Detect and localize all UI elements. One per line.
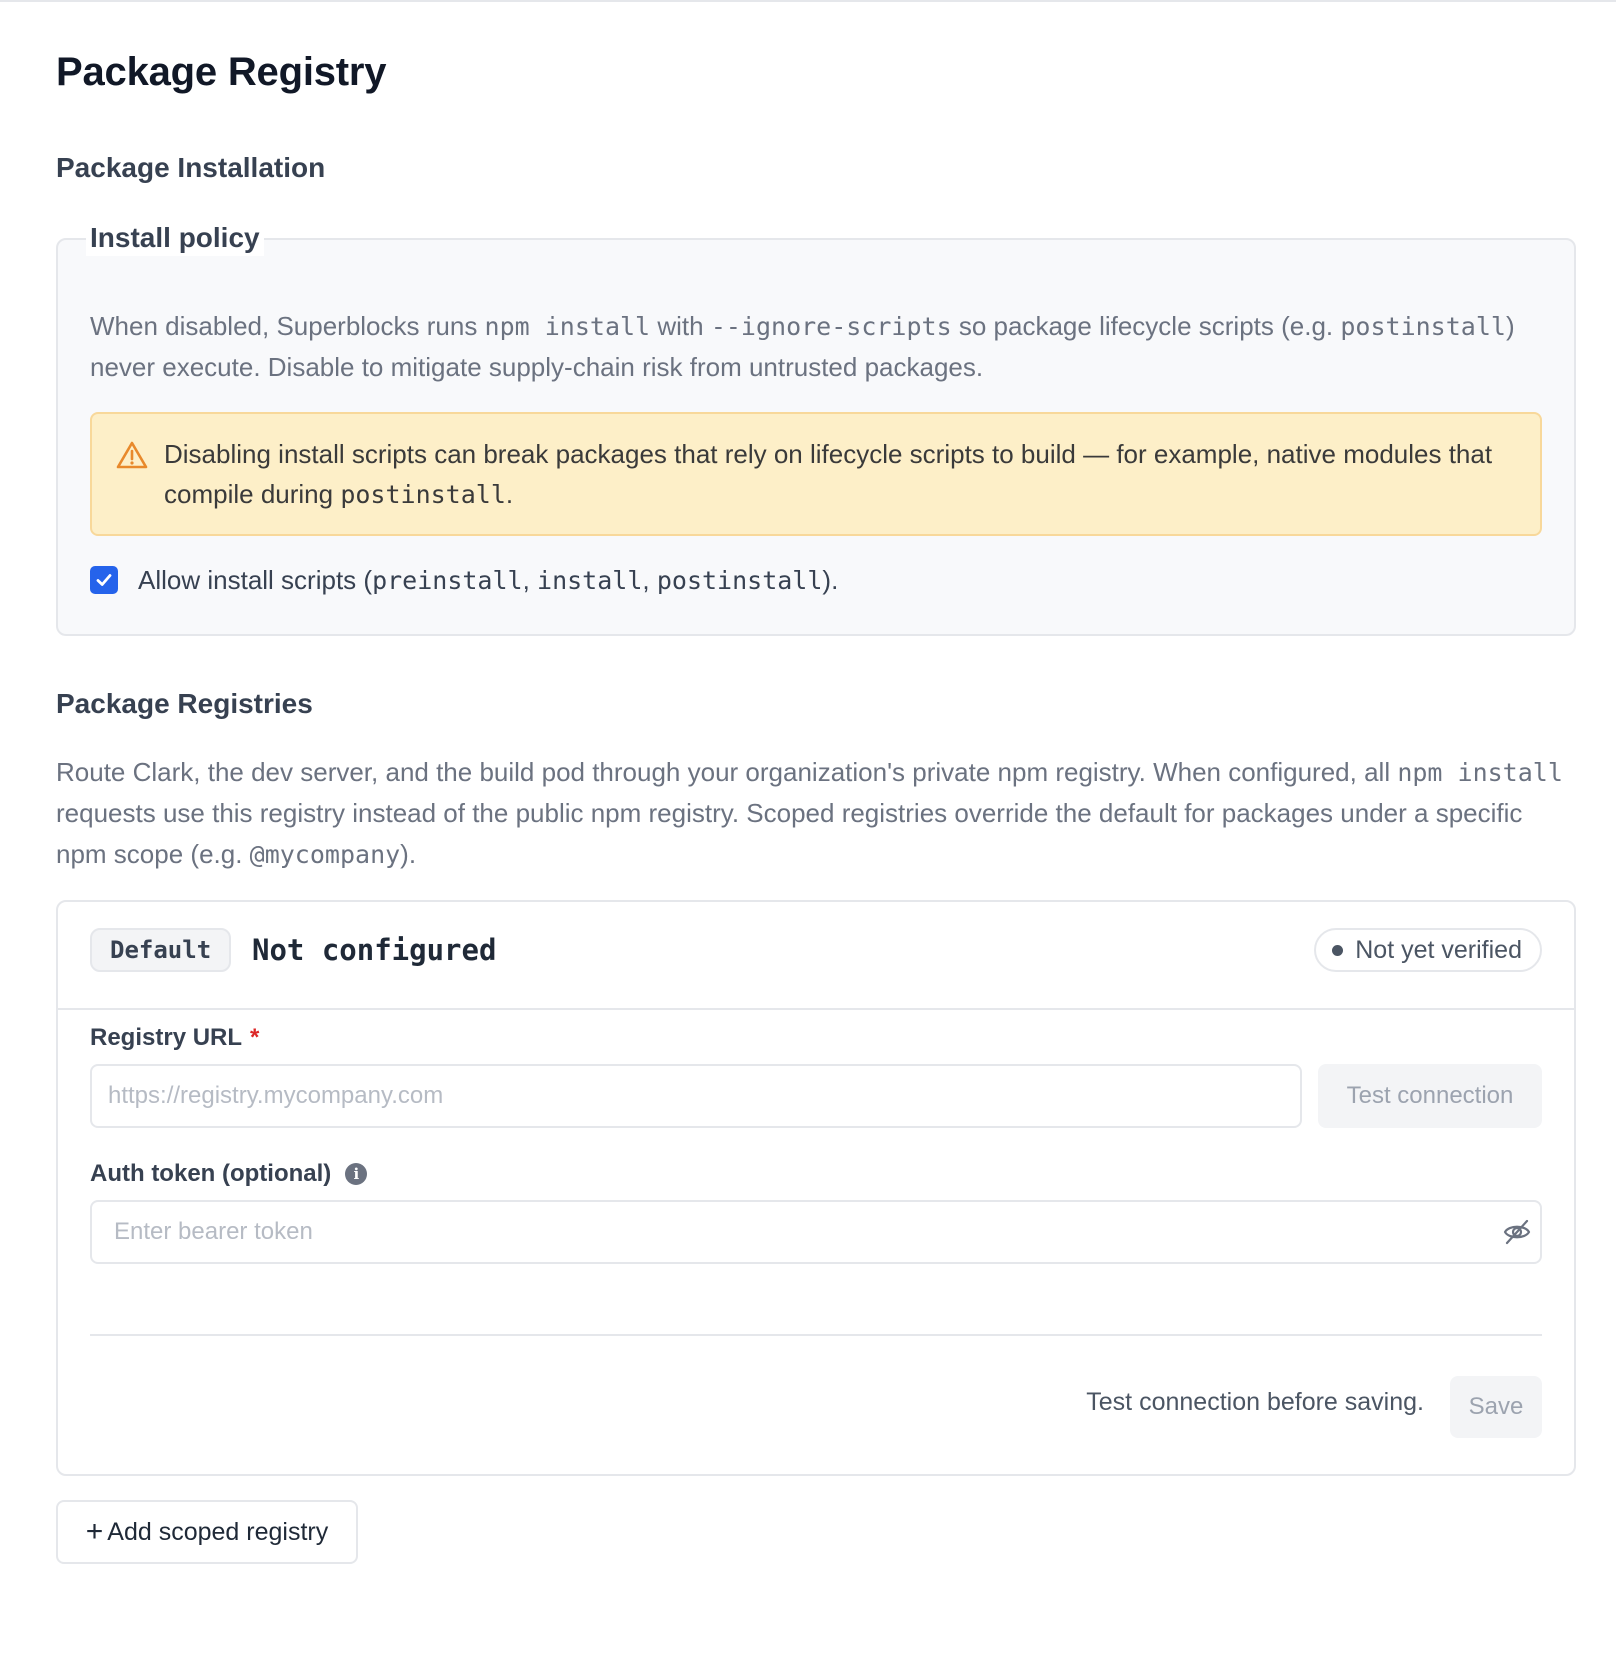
label-text: Auth token (optional): [90, 1160, 332, 1187]
registry-url-input[interactable]: [90, 1064, 1302, 1128]
auth-token-label: Auth token (optional) i: [90, 1160, 368, 1188]
status-text: Not yet verified: [1355, 935, 1522, 964]
desc-code-scope: @mycompany: [249, 840, 401, 869]
package-installation-heading: Package Installation: [56, 152, 326, 183]
desc-text: so package lifecycle scripts (e.g.: [951, 311, 1341, 341]
label-code-preinstall: preinstall: [372, 565, 523, 595]
warning-text: Disabling install scripts can break pack…: [164, 434, 1504, 515]
desc-text: When disabled, Superblocks runs: [90, 311, 485, 341]
allow-install-scripts-row[interactable]: Allow install scripts (preinstall, insta…: [90, 564, 838, 596]
package-registries-heading: Package Registries: [56, 688, 313, 719]
label-code-postinstall: postinstall: [656, 565, 823, 595]
save-button[interactable]: Save: [1450, 1376, 1542, 1438]
required-asterisk: *: [250, 1024, 260, 1051]
desc-code-ignore-scripts: --ignore-scripts: [710, 312, 952, 341]
label-text: ).: [822, 564, 839, 595]
registry-card-header: Default Not configured Not yet verified: [58, 902, 1574, 1010]
desc-code-postinstall: postinstall: [1340, 312, 1506, 341]
registry-url-display: Not configured: [252, 933, 497, 967]
add-scoped-registry-button[interactable]: + Add scoped registry: [56, 1500, 358, 1564]
allow-install-scripts-label[interactable]: Allow install scripts (preinstall, insta…: [138, 565, 838, 596]
default-registry-card: Default Not configured Not yet verified …: [56, 900, 1576, 1476]
verification-status-badge: Not yet verified: [1314, 928, 1542, 972]
test-connection-button[interactable]: Test connection: [1318, 1064, 1542, 1128]
eye-off-icon[interactable]: [1502, 1218, 1532, 1246]
desc-text: ).: [400, 839, 417, 869]
default-badge: Default: [90, 928, 232, 972]
info-icon[interactable]: i: [345, 1163, 368, 1185]
auth-token-input[interactable]: [90, 1200, 1542, 1264]
checkmark-icon: [96, 574, 112, 586]
label-text: Registry URL: [90, 1024, 243, 1051]
label-code-install: install: [537, 565, 643, 595]
label-sep: ,: [522, 564, 538, 595]
label-sep: ,: [642, 564, 657, 595]
install-policy-description: When disabled, Superblocks runs npm inst…: [90, 306, 1530, 388]
desc-code-npm-install: npm install: [1397, 758, 1563, 787]
plus-icon: +: [85, 1515, 104, 1548]
status-dot-icon: [1332, 944, 1344, 956]
save-hint-text: Test connection before saving.: [1086, 1388, 1424, 1416]
desc-text: Route Clark, the dev server, and the bui…: [56, 757, 1398, 787]
allow-install-scripts-checkbox[interactable]: [90, 566, 118, 594]
card-footer-divider: [90, 1334, 1542, 1336]
desc-text: with: [650, 311, 711, 341]
warning-triangle-icon: [116, 441, 148, 469]
install-policy-legend: Install policy: [86, 220, 264, 256]
install-scripts-warning: Disabling install scripts can break pack…: [90, 412, 1542, 536]
warning-text-part: .: [505, 479, 514, 509]
label-text: Allow install scripts (: [138, 564, 373, 595]
page-title: Package Registry: [56, 50, 387, 94]
install-policy-fieldset: Install policy When disabled, Superblock…: [56, 220, 1576, 636]
registry-url-label: Registry URL *: [90, 1024, 259, 1052]
warning-code-postinstall: postinstall: [340, 480, 506, 509]
package-registries-description: Route Clark, the dev server, and the bui…: [56, 752, 1566, 875]
page: Package Registry Package Installation In…: [0, 0, 1616, 1658]
add-scoped-registry-label: Add scoped registry: [107, 1517, 329, 1546]
desc-code-npm-install: npm install: [484, 312, 651, 341]
